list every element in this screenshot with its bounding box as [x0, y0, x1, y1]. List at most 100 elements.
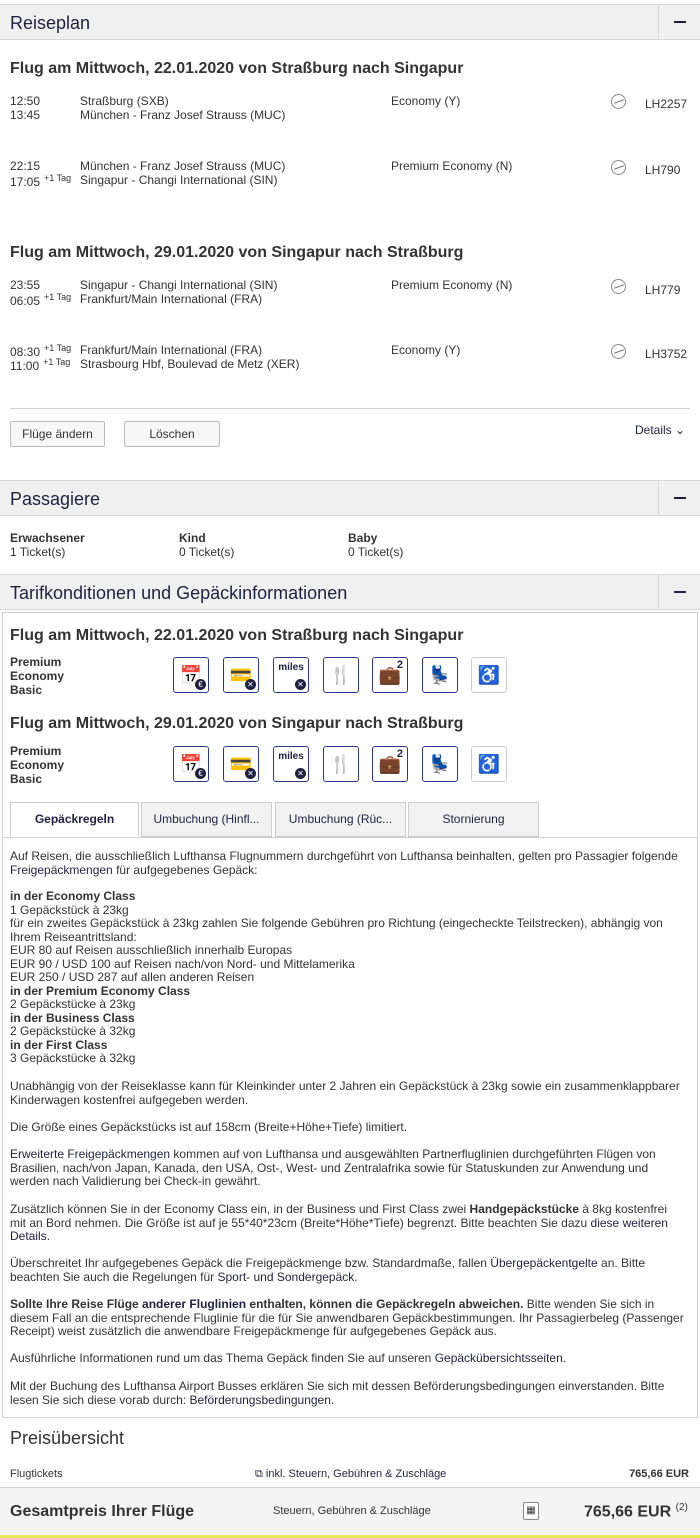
flight-number: LH790	[645, 163, 681, 177]
adult-label: Erwachsener	[10, 531, 85, 545]
fare-name: Premium Economy Basic	[10, 655, 65, 697]
excess-baggage-text: Überschreitet Ihr aufgegebenes Gepäck di…	[10, 1256, 646, 1284]
booking-class: Premium Economy (N)	[391, 159, 513, 173]
delete-button[interactable]: Löschen	[124, 421, 220, 447]
collapse-icon[interactable]	[658, 575, 700, 609]
total-label: Gesamtpreis Ihrer Flüge	[10, 1503, 195, 1520]
calculator-icon[interactable]: ▦	[523, 1502, 539, 1520]
hand-luggage-text: Zusätzlich können Sie in der Economy Cla…	[10, 1202, 668, 1243]
refund-not-allowed-icon[interactable]: 💳 ✕	[223, 746, 259, 782]
inbound-heading: Flug am Mittwoch, 29.01.2020 von Singapu…	[10, 244, 464, 261]
other-airlines-text: Sollte Ihre Reise Flüge anderer Fluglini…	[10, 1297, 684, 1338]
booking-class: Economy (Y)	[391, 94, 461, 108]
extended-allowance-link[interactable]: Erweiterte Freigepäckmengen	[10, 1147, 170, 1161]
baggage-info-text: Ausführliche Informationen rund um das T…	[10, 1351, 567, 1365]
airport-bus-text: Mit der Buchung des Lufthansa Airport Bu…	[10, 1379, 665, 1407]
sport-baggage-link[interactable]: Sport- und Sondergepäck	[218, 1270, 355, 1284]
taxes-link[interactable]: ⧉ inkl. Steuern, Gebühren & Zuschläge	[255, 1468, 446, 1481]
child-label: Kind	[179, 531, 206, 545]
tarif-title: Tarifkonditionen und Gepäckinformationen	[10, 583, 348, 603]
flight-number: LH2257	[645, 97, 688, 111]
dep-time: 23:55	[10, 278, 41, 292]
wheelchair-icon[interactable]: ♿	[471, 746, 507, 782]
divider	[10, 408, 690, 409]
collapse-icon[interactable]	[658, 481, 700, 515]
arr-time: 11:00 +1 Tag	[10, 357, 71, 373]
fare-flight-heading: Flug am Mittwoch, 22.01.2020 von Straßbu…	[10, 627, 464, 644]
rebooking-fee-icon[interactable]: 📅 €	[173, 746, 209, 782]
excess-baggage-link[interactable]: Übergepäckentgelte	[490, 1256, 597, 1270]
meal-icon[interactable]: 🍴	[323, 746, 359, 782]
infant-baggage-text: Unabhängig von der Reiseklasse kann für …	[10, 1079, 680, 1107]
total-price: 765,66 EUR (2)	[584, 1502, 688, 1521]
chevron-down-icon: ⌄	[675, 423, 686, 437]
lufthansa-crane-icon	[611, 94, 626, 109]
baggage-2-icon[interactable]: 💼 2	[372, 657, 408, 693]
refund-not-allowed-icon[interactable]: 💳 ✕	[223, 657, 259, 693]
price-overview-title: Preisübersicht	[10, 1428, 125, 1448]
baggage-overview-link[interactable]: Gepäckübersichtsseiten	[435, 1351, 563, 1365]
tab-rebooking-return[interactable]: Umbuchung (Rüc...	[275, 802, 406, 837]
flight-number: LH3752	[645, 347, 688, 361]
miles-not-earned-icon[interactable]: miles ✕	[273, 657, 309, 693]
infant-count: 0 Ticket(s)	[348, 545, 404, 559]
tab-cancellation[interactable]: Stornierung	[408, 802, 539, 837]
details-label: Details	[635, 423, 672, 437]
dep-time: 22:15	[10, 159, 41, 173]
conditions-of-carriage-link[interactable]: Beförderungsbedingungen	[189, 1393, 330, 1407]
from-airport: Straßburg (SXB)	[80, 94, 169, 108]
lufthansa-crane-icon	[611, 160, 626, 175]
size-limit-text: Die Größe eines Gepäckstücks ist auf 158…	[10, 1120, 408, 1134]
next-day-badge: +1 Tag	[43, 357, 71, 367]
other-airlines-link[interactable]: anderer Fluglinien	[142, 1297, 246, 1311]
from-airport: München - Franz Josef Strauss (MUC)	[80, 159, 286, 173]
fare-name: Premium Economy Basic	[10, 744, 65, 786]
reiseplan-title: Reiseplan	[10, 13, 91, 33]
change-flights-button[interactable]: Flüge ändern	[10, 421, 105, 447]
booking-class: Premium Economy (N)	[391, 278, 513, 292]
tab-baggage-rules[interactable]: Gepäckregeln	[10, 802, 139, 837]
tab-rebooking-outbound[interactable]: Umbuchung (Hinfl...	[141, 802, 272, 837]
to-airport: München - Franz Josef Strauss (MUC)	[80, 108, 286, 122]
total-subtext: Steuern, Gebühren & Zuschläge	[273, 1505, 431, 1517]
tickets-price: 765,66 EUR	[629, 1468, 689, 1480]
fare-flight-heading: Flug am Mittwoch, 29.01.2020 von Singapu…	[10, 715, 464, 732]
tickets-label: Flugtickets	[10, 1468, 63, 1480]
baggage-2-icon[interactable]: 💼 2	[372, 746, 408, 782]
lufthansa-crane-icon	[611, 344, 626, 359]
details-toggle[interactable]: Details ⌄	[635, 423, 685, 437]
passagiere-header[interactable]: Passagiere	[0, 480, 700, 516]
rebooking-fee-icon[interactable]: 📅 €	[173, 657, 209, 693]
to-airport: Strasbourg Hbf, Boulevad de Metz (XER)	[80, 357, 300, 371]
arr-time: 13:45	[10, 108, 41, 122]
baggage-allowance-list: in der Economy Class 1 Gepäckstück à 23k…	[10, 889, 663, 1065]
wheelchair-icon[interactable]: ♿	[471, 657, 507, 693]
further-details-link[interactable]: diese weiteren	[591, 1216, 668, 1230]
meal-icon[interactable]: 🍴	[323, 657, 359, 693]
booking-class: Economy (Y)	[391, 343, 461, 357]
free-baggage-link[interactable]: Freigepäckmengen	[10, 863, 113, 877]
seat-selection-icon[interactable]: 💺	[422, 657, 458, 693]
from-airport: Frankfurt/Main International (FRA)	[80, 343, 263, 357]
lufthansa-crane-icon	[611, 279, 626, 294]
collapse-icon[interactable]	[658, 5, 700, 39]
outbound-heading: Flug am Mittwoch, 22.01.2020 von Straßbu…	[10, 60, 464, 77]
arr-time: 17:05 +1 Tag	[10, 173, 72, 189]
tarif-header[interactable]: Tarifkonditionen und Gepäckinformationen	[0, 574, 700, 610]
miles-not-earned-icon[interactable]: miles ✕	[273, 746, 309, 782]
popup-icon: ⧉	[255, 1468, 263, 1480]
passagiere-title: Passagiere	[10, 489, 101, 509]
dep-time: 12:50	[10, 94, 41, 108]
seat-selection-icon[interactable]: 💺	[422, 746, 458, 782]
next-day-badge: +1 Tag	[44, 292, 72, 302]
to-airport: Frankfurt/Main International (FRA)	[80, 292, 263, 306]
next-day-badge: +1 Tag	[44, 343, 72, 353]
arr-time: 06:05 +1 Tag	[10, 292, 72, 308]
footnote-marker: (2)	[675, 1502, 688, 1513]
further-details-link-cont[interactable]: Details	[10, 1229, 47, 1243]
flight-number: LH779	[645, 283, 681, 297]
to-airport: Singapur - Changi International (SIN)	[80, 173, 278, 187]
rules-intro: Auf Reisen, die ausschließlich Lufthansa…	[10, 849, 678, 877]
reiseplan-header[interactable]: Reiseplan	[0, 4, 700, 40]
from-airport: Singapur - Changi International (SIN)	[80, 278, 278, 292]
